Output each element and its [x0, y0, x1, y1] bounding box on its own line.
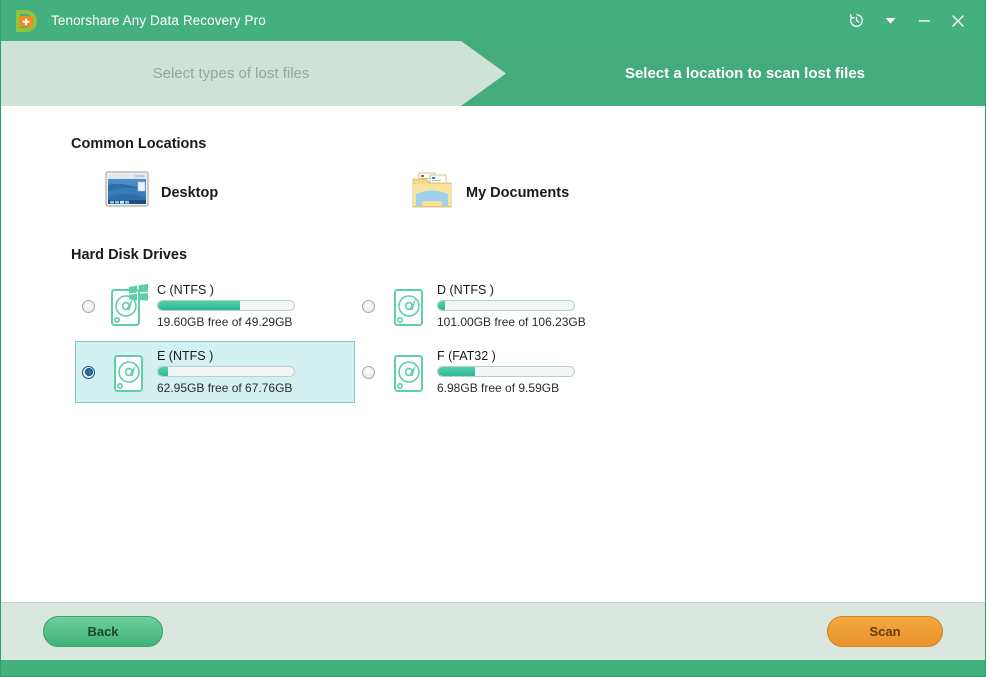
step-header: Select types of lost files Select a loca… — [1, 41, 985, 106]
title-bar: Tenorshare Any Data Recovery Pro — [1, 0, 985, 41]
common-locations-list: Desktop — [1, 170, 985, 215]
desktop-icon — [105, 171, 149, 214]
common-location-my-documents[interactable]: My Documents — [410, 170, 569, 215]
drive-info: E (NTFS ) 62.95GB free of 67.76GB — [157, 349, 348, 395]
drive-radio-c[interactable] — [82, 300, 95, 313]
drive-info: D (NTFS ) 101.00GB free of 106.23GB — [437, 283, 628, 329]
drive-info: C (NTFS ) 19.60GB free of 49.29GB — [157, 283, 348, 329]
back-button[interactable]: Back — [43, 616, 163, 647]
window-title: Tenorshare Any Data Recovery Pro — [51, 13, 266, 28]
minimize-icon[interactable] — [907, 6, 941, 36]
drive-radio-d[interactable] — [362, 300, 375, 313]
drive-free-space: 62.95GB free of 67.76GB — [157, 381, 348, 395]
drive-item-c[interactable]: C (NTFS ) 19.60GB free of 49.29GB — [75, 275, 355, 337]
hdd-windows-icon — [109, 284, 149, 328]
drive-item-d[interactable]: D (NTFS ) 101.00GB free of 106.23GB — [355, 275, 635, 337]
drive-usage-bar — [157, 300, 295, 311]
documents-folder-icon — [410, 170, 454, 215]
hdd-icon — [109, 350, 149, 394]
drive-radio-e[interactable] — [82, 366, 95, 379]
history-icon[interactable] — [839, 6, 873, 36]
step-select-location[interactable]: Select a location to scan lost files — [505, 41, 985, 106]
drive-free-space: 101.00GB free of 106.23GB — [437, 315, 628, 329]
hdd-icon — [389, 350, 429, 394]
step-select-types[interactable]: Select types of lost files — [1, 41, 506, 106]
main-content: Common Locations — [1, 106, 985, 602]
drive-name: F (FAT32 ) — [437, 349, 628, 363]
drive-name: E (NTFS ) — [157, 349, 348, 363]
drive-item-e[interactable]: E (NTFS ) 62.95GB free of 67.76GB — [75, 341, 355, 403]
hard-disk-drives-heading: Hard Disk Drives — [71, 247, 985, 263]
drive-usage-bar — [437, 300, 575, 311]
window-controls — [839, 6, 975, 36]
drive-name: D (NTFS ) — [437, 283, 628, 297]
drive-free-space: 19.60GB free of 49.29GB — [157, 315, 348, 329]
close-icon[interactable] — [941, 6, 975, 36]
drive-item-f[interactable]: F (FAT32 ) 6.98GB free of 9.59GB — [355, 341, 635, 403]
drive-free-space: 6.98GB free of 9.59GB — [437, 381, 628, 395]
common-location-label: Desktop — [161, 185, 218, 201]
drive-usage-bar — [157, 366, 295, 377]
step-label: Select types of lost files — [153, 65, 310, 82]
scan-button[interactable]: Scan — [827, 616, 943, 647]
drive-name: C (NTFS ) — [157, 283, 348, 297]
chevron-down-icon[interactable] — [873, 6, 907, 36]
step-label: Select a location to scan lost files — [625, 65, 865, 82]
drive-info: F (FAT32 ) 6.98GB free of 9.59GB — [437, 349, 628, 395]
tenorshare-d-plus-logo-icon — [13, 8, 39, 34]
common-location-desktop[interactable]: Desktop — [105, 170, 410, 215]
common-location-label: My Documents — [466, 185, 569, 201]
common-locations-heading: Common Locations — [71, 136, 985, 152]
drives-grid: C (NTFS ) 19.60GB free of 49.29GB — [1, 275, 913, 407]
hdd-icon — [389, 284, 429, 328]
bottom-accent-strip — [1, 660, 985, 676]
drive-radio-f[interactable] — [362, 366, 375, 379]
drive-usage-bar — [437, 366, 575, 377]
application-window: Tenorshare Any Data Recovery Pro — [0, 0, 986, 677]
footer-bar: Back Scan — [1, 602, 985, 660]
